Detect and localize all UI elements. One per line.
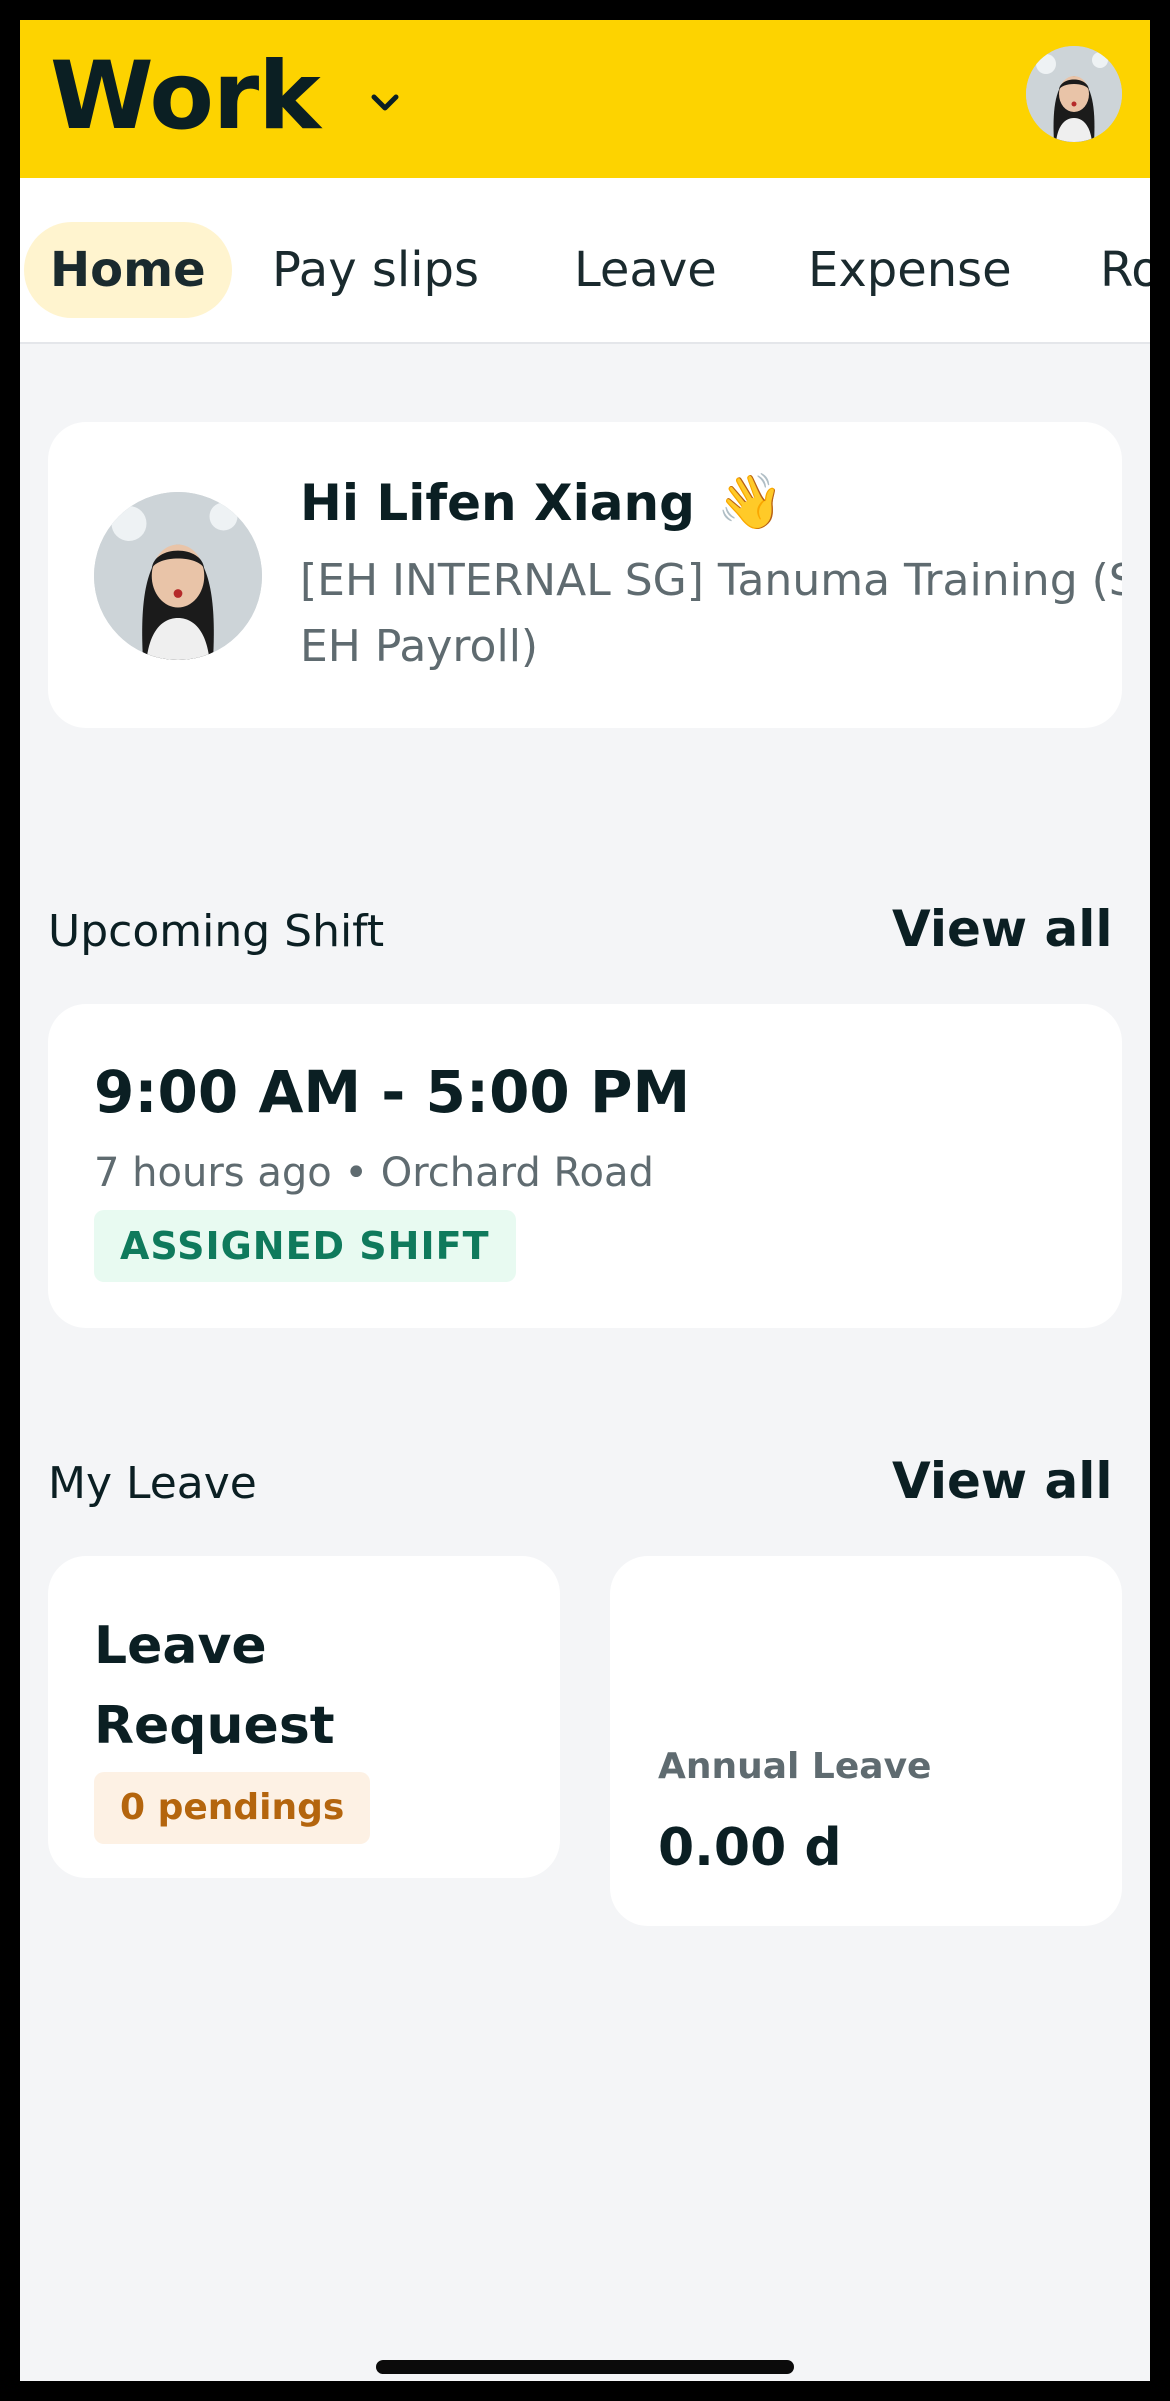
greeting-title: Hi Lifen Xiang 👋 bbox=[300, 470, 784, 534]
pending-badge: 0 pendings bbox=[94, 1772, 371, 1844]
shift-view-all-link[interactable]: View all bbox=[892, 900, 1112, 958]
greeting-avatar bbox=[94, 492, 262, 660]
profile-avatar[interactable] bbox=[1026, 46, 1122, 142]
my-leave-title: My Leave bbox=[48, 1458, 257, 1509]
app-title: Work bbox=[50, 42, 321, 151]
organisation-name: [EH INTERNAL SG] Tanuma Training (SG EH … bbox=[300, 555, 1122, 672]
annual-leave-balance: 0.00 d bbox=[658, 1818, 842, 1878]
app-screen: Work Home Pay slips Leave Expense Ro bbox=[20, 20, 1150, 2381]
tab-leave[interactable]: Leave bbox=[574, 222, 717, 318]
tab-rostering[interactable]: Ro bbox=[1100, 222, 1150, 318]
chevron-down-icon[interactable] bbox=[368, 86, 402, 120]
avatar-image bbox=[94, 492, 262, 660]
nav-tabs: Home Pay slips Leave Expense Ro bbox=[20, 178, 1150, 344]
tab-expense[interactable]: Expense bbox=[808, 222, 1012, 318]
annual-leave-label: Annual Leave bbox=[658, 1746, 932, 1787]
leave-view-all-link[interactable]: View all bbox=[892, 1452, 1112, 1510]
greeting-card: Hi Lifen Xiang 👋 [EH INTERNAL SG] Tanuma … bbox=[48, 422, 1122, 728]
leave-request-title: Leave Request bbox=[94, 1616, 335, 1756]
assigned-shift-badge: ASSIGNED SHIFT bbox=[94, 1210, 516, 1282]
greeting-name: Hi Lifen Xiang bbox=[300, 474, 695, 532]
shift-meta: 7 hours ago • Orchard Road bbox=[94, 1150, 654, 1196]
annual-leave-card[interactable]: Annual Leave 0.00 d bbox=[610, 1556, 1122, 1926]
tab-pay-slips[interactable]: Pay slips bbox=[272, 222, 479, 318]
shift-card[interactable]: 9:00 AM - 5:00 PM 7 hours ago • Orchard … bbox=[48, 1004, 1122, 1328]
top-header: Work bbox=[20, 20, 1150, 178]
shift-time: 9:00 AM - 5:00 PM bbox=[94, 1058, 691, 1126]
home-indicator[interactable] bbox=[376, 2360, 794, 2374]
tab-home[interactable]: Home bbox=[24, 222, 232, 318]
waving-hand-icon: 👋 bbox=[716, 470, 785, 533]
upcoming-shift-title: Upcoming Shift bbox=[48, 906, 385, 957]
leave-request-card[interactable]: Leave Request 0 pendings bbox=[48, 1556, 560, 1878]
avatar-image bbox=[1026, 46, 1122, 142]
